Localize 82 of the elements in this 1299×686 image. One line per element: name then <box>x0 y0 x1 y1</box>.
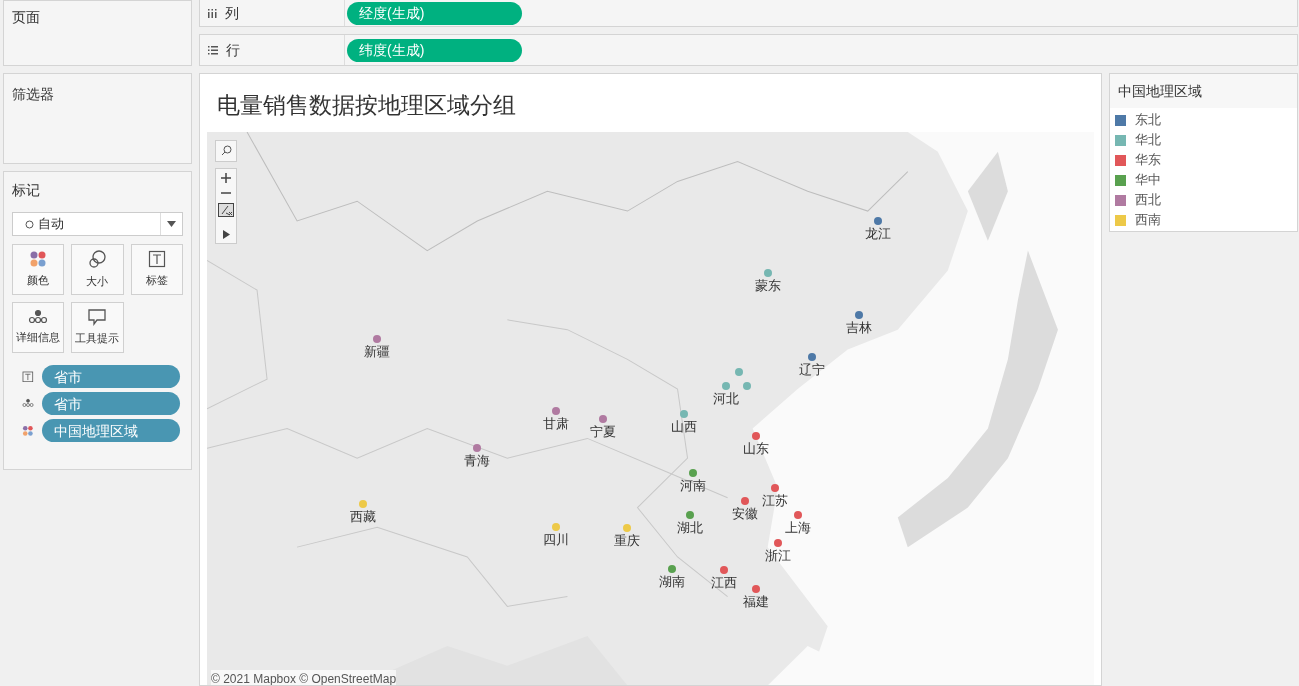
mark-property-button[interactable]: 颜色 <box>12 244 65 295</box>
map-point[interactable] <box>874 216 882 225</box>
point-label: 福建 <box>743 593 769 610</box>
point-label: 山西 <box>671 418 697 435</box>
point-label: 西藏 <box>350 508 376 525</box>
search-icon <box>220 145 232 156</box>
map-point[interactable] <box>722 381 730 390</box>
map-point[interactable] <box>808 352 816 361</box>
point-label: 辽宁 <box>799 361 825 378</box>
legend-label: 华中 <box>1135 171 1161 190</box>
search-button[interactable] <box>215 139 237 162</box>
map-point[interactable] <box>473 443 481 452</box>
map-point[interactable] <box>720 565 728 574</box>
text-icon <box>22 370 34 383</box>
legend-label: 西北 <box>1135 191 1161 210</box>
circle-icon <box>25 219 34 229</box>
color-dots-icon <box>22 424 34 437</box>
map-point[interactable] <box>552 406 560 415</box>
point-label: 江西 <box>711 574 737 591</box>
point-label: 重庆 <box>614 532 640 549</box>
map-point[interactable] <box>752 431 760 440</box>
point-label: 甘肃 <box>543 415 569 432</box>
map-point[interactable] <box>686 510 694 519</box>
legend-label: 东北 <box>1135 111 1161 130</box>
speech-bubble-icon <box>87 308 108 327</box>
point-label: 吉林 <box>846 319 872 336</box>
color-dots-icon <box>29 250 48 269</box>
legend-label: 西南 <box>1135 211 1161 230</box>
map-point[interactable] <box>741 496 749 505</box>
point-label: 浙江 <box>765 547 791 564</box>
mark-property-button[interactable]: 详细信息 <box>12 302 65 353</box>
mark-property-button[interactable]: 标签 <box>130 244 183 295</box>
dots-icon <box>28 309 49 326</box>
point-label: 山东 <box>743 440 769 457</box>
columns-icon <box>208 8 217 18</box>
point-label: 蒙东 <box>755 277 781 294</box>
point-label: 河北 <box>713 390 739 407</box>
map-attribution: © 2021 Mapbox © OpenStreetMap <box>211 670 397 685</box>
point-label: 上海 <box>785 519 811 536</box>
zoom-in-icon[interactable] <box>221 172 231 183</box>
map-point[interactable] <box>743 381 751 390</box>
legend-title: 中国地理区域 <box>1110 74 1297 108</box>
point-label: 湖北 <box>677 519 703 536</box>
shelf-label: 行 <box>226 41 240 60</box>
point-label: 四川 <box>543 531 569 548</box>
legend-label: 华北 <box>1135 131 1161 150</box>
map-point[interactable] <box>735 367 743 376</box>
caret-icon <box>167 221 176 227</box>
map-point[interactable] <box>680 409 688 418</box>
map-point[interactable] <box>689 468 697 477</box>
panel-title: 筛选器 <box>12 86 54 102</box>
point-label: 新疆 <box>364 343 390 360</box>
point-label: 安徽 <box>732 505 758 522</box>
map-point[interactable] <box>771 483 779 492</box>
legend-label: 华东 <box>1135 151 1161 170</box>
play-icon[interactable] <box>222 229 230 239</box>
map-point[interactable] <box>668 564 676 573</box>
map-point[interactable] <box>599 414 607 423</box>
mark-property-button[interactable]: 工具提示 <box>71 302 124 353</box>
map-point[interactable] <box>774 538 782 547</box>
mark-type-dropdown[interactable]: 自动 <box>12 212 183 236</box>
view-title: 电量销售数据按地理区域分组 <box>216 91 517 120</box>
panel-title: 标记 <box>12 181 41 200</box>
dots-icon <box>22 398 34 409</box>
panel-title: 页面 <box>12 9 40 25</box>
circles-icon <box>87 249 108 270</box>
rows-icon <box>208 45 218 55</box>
shelf-label: 列 <box>225 4 239 23</box>
point-label: 江苏 <box>762 492 788 509</box>
point-label: 龙江 <box>865 225 891 242</box>
point-label: 河南 <box>680 477 706 494</box>
map-point[interactable] <box>752 584 760 593</box>
map-point[interactable] <box>764 268 772 277</box>
text-icon <box>147 250 166 269</box>
pin-icon[interactable] <box>218 202 234 217</box>
map-point[interactable] <box>794 510 802 519</box>
point-label: 宁夏 <box>590 423 616 440</box>
point-label: 湖南 <box>659 573 685 590</box>
point-label: 青海 <box>464 452 490 469</box>
map-point[interactable] <box>373 334 381 343</box>
mark-property-button[interactable]: 大小 <box>71 244 124 295</box>
map-point[interactable] <box>855 310 863 319</box>
